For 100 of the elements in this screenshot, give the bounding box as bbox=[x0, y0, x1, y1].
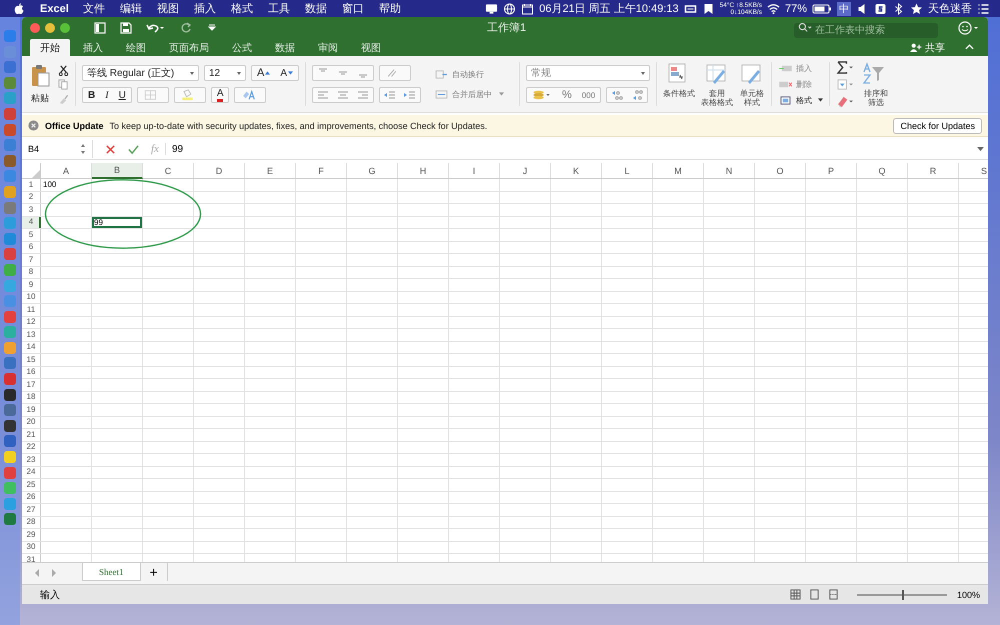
merge-center-button[interactable]: 合并后居中 bbox=[435, 88, 514, 100]
stepper-icon[interactable] bbox=[80, 143, 86, 155]
menu-item[interactable]: 工具 bbox=[268, 1, 290, 16]
conditional-formatting-button[interactable]: 条件格式 bbox=[663, 62, 696, 98]
ribbon-tab[interactable]: 视图 bbox=[351, 39, 391, 56]
star-icon[interactable] bbox=[910, 2, 923, 14]
share-button[interactable]: 共享 bbox=[903, 39, 951, 56]
row-header[interactable]: 25 bbox=[22, 479, 41, 490]
font-size-dropdown[interactable]: 12 bbox=[204, 65, 246, 81]
ribbon-tab[interactable]: 插入 bbox=[73, 39, 113, 56]
row-header[interactable]: 18 bbox=[22, 392, 41, 403]
cancel-icon[interactable] bbox=[105, 144, 116, 154]
paintbrush-icon[interactable] bbox=[58, 92, 69, 104]
row-header[interactable]: 14 bbox=[22, 342, 41, 353]
globe-icon[interactable] bbox=[503, 2, 516, 14]
display-icon[interactable] bbox=[684, 2, 697, 14]
row-header[interactable]: 20 bbox=[22, 416, 41, 428]
row-header[interactable]: 7 bbox=[22, 254, 41, 266]
add-sheet-button[interactable]: + bbox=[140, 563, 168, 581]
row-header[interactable]: 3 bbox=[22, 204, 41, 216]
clock-text[interactable]: 06月21日 周五 上午10:49:13 bbox=[539, 1, 679, 16]
row-header[interactable]: 27 bbox=[22, 504, 41, 516]
menu-item[interactable]: 插入 bbox=[194, 1, 216, 16]
ribbon-tab[interactable]: 页面布局 bbox=[159, 39, 219, 56]
row-header[interactable]: 11 bbox=[22, 304, 41, 316]
next-sheet-icon[interactable] bbox=[50, 568, 58, 578]
input-method-indicator[interactable]: 中 bbox=[837, 2, 851, 16]
column-header[interactable]: B bbox=[92, 163, 143, 179]
close-button[interactable] bbox=[30, 22, 40, 32]
save-icon[interactable] bbox=[120, 22, 132, 34]
ribbon-tab[interactable]: 绘图 bbox=[116, 39, 156, 56]
row-header[interactable]: 23 bbox=[22, 454, 41, 466]
check-for-updates-button[interactable]: Check for Updates bbox=[893, 118, 982, 134]
zoom-level[interactable]: 100% bbox=[956, 590, 980, 600]
scissors-icon[interactable] bbox=[58, 64, 69, 76]
app-icon[interactable] bbox=[4, 388, 16, 401]
row-header[interactable]: 30 bbox=[22, 542, 41, 553]
row-header[interactable]: 15 bbox=[22, 354, 41, 366]
row-header[interactable]: 21 bbox=[22, 429, 41, 440]
thousands-separator-button[interactable]: 000 bbox=[576, 88, 600, 102]
expand-icon[interactable] bbox=[977, 146, 984, 152]
row-header[interactable]: 5 bbox=[22, 229, 41, 240]
menu-item[interactable]: 格式 bbox=[230, 1, 253, 16]
row-header[interactable]: 29 bbox=[22, 529, 41, 540]
row-header[interactable]: 16 bbox=[22, 366, 41, 378]
ribbon-tab[interactable]: 公式 bbox=[222, 39, 262, 56]
paste-button[interactable]: 粘贴 bbox=[30, 64, 50, 104]
search-field[interactable]: 在工作表中搜索 bbox=[794, 23, 938, 38]
user-name[interactable]: 天色迷香 bbox=[928, 1, 972, 16]
eraser-icon[interactable] bbox=[836, 94, 856, 108]
menu-item[interactable]: 窗口 bbox=[342, 1, 364, 16]
ribbon-tab[interactable]: 审阅 bbox=[308, 39, 348, 56]
row-header[interactable]: 24 bbox=[22, 466, 41, 478]
font-color-button[interactable]: A bbox=[210, 87, 230, 103]
percent-button[interactable]: % bbox=[557, 88, 577, 102]
row-header[interactable]: 13 bbox=[22, 329, 41, 340]
notification-icon[interactable] bbox=[485, 2, 498, 14]
row-header[interactable]: 6 bbox=[22, 242, 41, 253]
row-header[interactable]: 19 bbox=[22, 404, 41, 416]
page-break-icon[interactable] bbox=[828, 589, 839, 600]
apple-logo-icon[interactable] bbox=[14, 2, 24, 14]
previous-sheet-icon[interactable] bbox=[33, 568, 41, 578]
list-icon[interactable] bbox=[977, 2, 990, 14]
dismiss-icon[interactable] bbox=[28, 120, 39, 131]
font-name-dropdown[interactable]: 等线 Regular (正文) bbox=[82, 65, 199, 81]
menu-item[interactable]: 帮助 bbox=[378, 1, 401, 16]
row-header[interactable]: 28 bbox=[22, 516, 41, 528]
row-header[interactable]: 4 bbox=[22, 216, 41, 228]
row-header[interactable]: 26 bbox=[22, 492, 41, 503]
row-header[interactable]: 22 bbox=[22, 442, 41, 453]
app-menu[interactable]: Excel bbox=[40, 2, 69, 14]
italic-button[interactable]: I bbox=[100, 88, 114, 102]
app-status-icon[interactable] bbox=[874, 2, 887, 14]
row-header[interactable]: 1 bbox=[22, 179, 41, 190]
menu-item[interactable]: 文件 bbox=[82, 1, 105, 16]
decrease-font-size-button[interactable]: A bbox=[275, 66, 298, 80]
battery-icon[interactable] bbox=[812, 2, 832, 14]
app-icon[interactable] bbox=[4, 451, 16, 464]
cell-styles-button[interactable]: 单元格 样式 bbox=[739, 62, 766, 106]
bold-button[interactable]: B bbox=[83, 88, 100, 102]
row-header[interactable]: 17 bbox=[22, 379, 41, 390]
row-header[interactable]: 8 bbox=[22, 266, 41, 278]
wifi-icon[interactable] bbox=[766, 2, 780, 14]
number-format-dropdown[interactable]: 常规 bbox=[526, 65, 650, 81]
format-cells-button[interactable]: 格式 bbox=[778, 94, 824, 106]
row-header[interactable]: 2 bbox=[22, 192, 41, 203]
undo-icon[interactable] bbox=[146, 22, 166, 34]
zoom-slider-thumb[interactable] bbox=[902, 590, 904, 600]
collapse-ribbon-icon[interactable] bbox=[965, 44, 974, 50]
autosum-icon[interactable] bbox=[836, 60, 856, 74]
redo-icon[interactable] bbox=[180, 22, 192, 34]
page-layout-icon[interactable] bbox=[808, 589, 820, 600]
menu-item[interactable]: 视图 bbox=[156, 1, 179, 16]
ribbon-tab[interactable]: 数据 bbox=[265, 39, 305, 56]
bookmark-icon[interactable] bbox=[702, 2, 715, 14]
sheet-tab[interactable]: Sheet1 bbox=[82, 563, 140, 581]
row-header[interactable]: 10 bbox=[22, 292, 41, 303]
app-icon[interactable] bbox=[4, 420, 16, 432]
menu-item[interactable]: 编辑 bbox=[120, 1, 142, 16]
row-header[interactable]: 9 bbox=[22, 279, 41, 290]
